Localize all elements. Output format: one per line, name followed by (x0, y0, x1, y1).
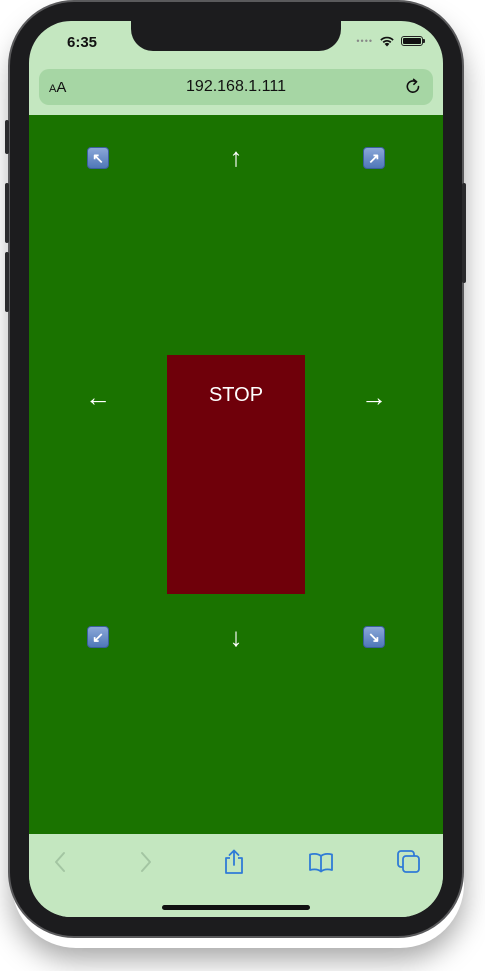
share-button[interactable] (220, 848, 248, 876)
stop-button[interactable]: STOP (167, 355, 305, 594)
up-right-button[interactable]: ↗ (363, 147, 385, 169)
volume-up-button (5, 183, 9, 243)
share-icon (225, 849, 243, 874)
back-button[interactable] (46, 848, 74, 876)
right-button[interactable]: → (354, 382, 394, 412)
left-button[interactable]: ← (78, 382, 118, 412)
up-button[interactable]: ↑ (216, 142, 256, 172)
tabs-icon (397, 850, 420, 873)
down-right-button[interactable]: ↘ (363, 626, 385, 648)
down-right-arrow-icon: ↘ (363, 626, 385, 648)
power-button (462, 183, 466, 283)
notch (131, 21, 341, 51)
browser-toolbar (29, 834, 443, 917)
up-left-button[interactable]: ↖ (87, 147, 109, 169)
battery-icon (401, 36, 425, 46)
home-indicator (162, 905, 310, 910)
silent-switch (5, 120, 9, 154)
reload-icon[interactable] (403, 77, 423, 97)
forward-icon (141, 852, 151, 872)
signal-dots: •••• (356, 36, 373, 46)
address-bar[interactable]: AA 192.168.1.111 (39, 69, 433, 105)
up-left-arrow-icon: ↖ (87, 147, 109, 169)
url-field[interactable]: 192.168.1.111 (39, 78, 433, 96)
down-left-button[interactable]: ↙ (87, 626, 109, 648)
down-button[interactable]: ↓ (216, 622, 256, 652)
up-right-arrow-icon: ↗ (363, 147, 385, 169)
back-icon (55, 852, 65, 872)
screen: 6:35 •••• AA 192.168.1.111 ↖ ↑ ↗ ← STOP … (29, 21, 443, 917)
volume-down-button (5, 252, 9, 312)
tabs-button[interactable] (395, 848, 423, 876)
remote-control-page: ↖ ↑ ↗ ← STOP → ↙ ↓ ↘ (29, 115, 443, 834)
down-left-arrow-icon: ↙ (87, 626, 109, 648)
bookmarks-icon (309, 852, 333, 873)
status-time: 6:35 (67, 34, 98, 51)
status-indicators: •••• (356, 35, 425, 47)
wifi-icon (380, 36, 394, 47)
bookmarks-button[interactable] (307, 848, 335, 876)
forward-button[interactable] (132, 848, 160, 876)
